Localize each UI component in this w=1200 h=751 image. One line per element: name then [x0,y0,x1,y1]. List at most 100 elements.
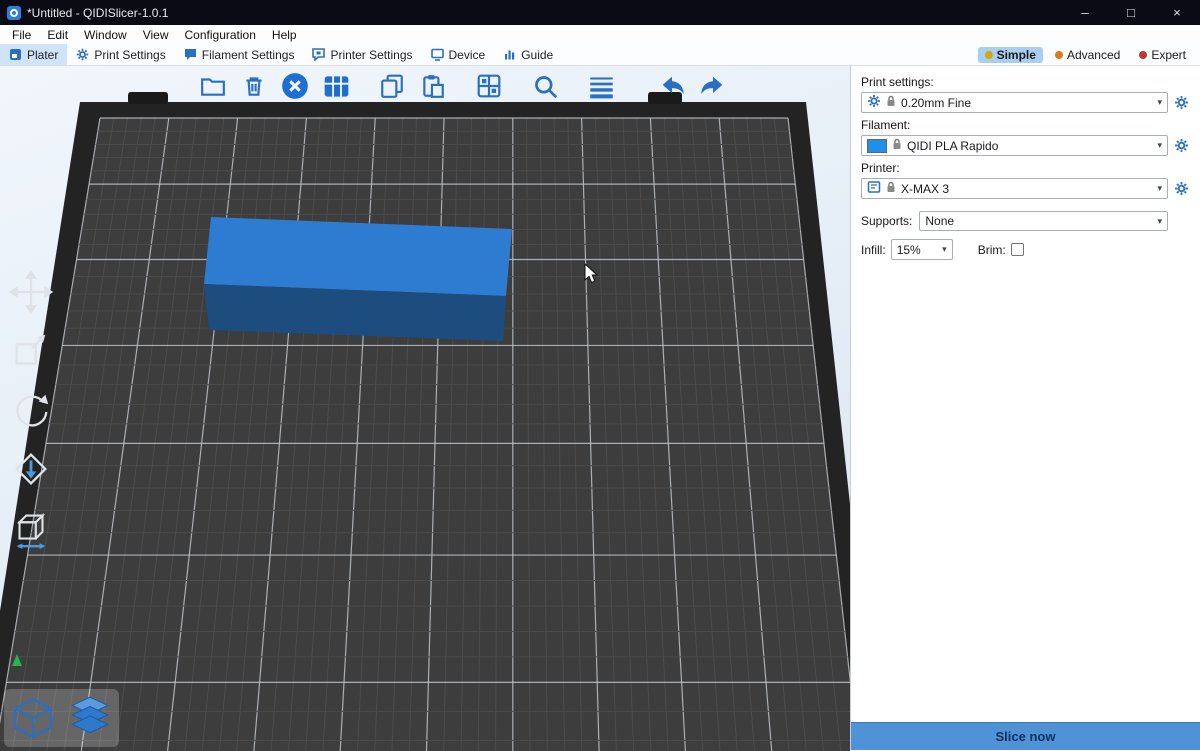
printer-select[interactable]: X-MAX 3 ▾ [861,178,1168,199]
menu-configuration[interactable]: Configuration [177,28,264,42]
menu-edit[interactable]: Edit [39,28,76,42]
tab-device[interactable]: Device [422,44,495,65]
filament-color-swatch [867,139,887,153]
place-on-face-button[interactable] [8,446,54,492]
simple-mode-dot-icon [985,51,993,59]
paste-button[interactable] [416,69,450,103]
tab-guide-label: Guide [521,48,553,62]
close-button[interactable]: × [1154,0,1200,25]
cut-button[interactable] [8,505,54,551]
tab-print-settings[interactable]: Print Settings [67,44,174,65]
filament-gear-button[interactable] [1172,138,1190,153]
tab-filament-settings-label: Filament Settings [202,48,295,62]
printer-gear-button[interactable] [1172,181,1190,196]
infill-select[interactable]: 15% ▾ [891,239,953,260]
delete-all-button[interactable] [278,69,312,103]
lock-icon [886,181,896,196]
expert-mode-dot-icon [1139,51,1147,59]
search-button[interactable] [528,69,562,103]
filament-value: QIDI PLA Rapido [907,139,1152,153]
tab-plater-label: Plater [27,48,58,62]
main-area: Print settings: 0.20mm Fine ▾ Filament: [0,66,1200,750]
preview-layers-button[interactable] [63,691,117,745]
rotate-button[interactable] [8,387,54,433]
tab-printer-settings-label: Printer Settings [330,48,412,62]
mode-switcher: Simple Advanced Expert [978,44,1200,65]
gear-icon [867,94,881,111]
brim-checkbox[interactable] [1011,243,1024,256]
mode-expert-label: Expert [1151,48,1186,62]
arrange-button[interactable] [319,69,353,103]
tab-printer-settings[interactable]: Printer Settings [303,44,421,65]
print-settings-label: Print settings: [861,75,1190,89]
menu-window[interactable]: Window [76,28,135,42]
mode-advanced-label: Advanced [1067,48,1120,62]
supports-select[interactable]: None ▾ [919,211,1168,231]
chevron-down-icon: ▾ [1157,140,1162,151]
device-monitor-icon [431,48,444,61]
undo-button[interactable] [655,69,689,103]
model-box-top-face[interactable] [204,217,512,296]
infill-value: 15% [897,243,937,257]
infill-label: Infill: [861,243,886,257]
lock-icon [892,138,902,153]
mode-simple-label: Simple [997,48,1036,62]
chevron-down-icon: ▾ [942,244,947,255]
gear-icon [76,48,89,61]
delete-button[interactable] [237,69,271,103]
menu-view[interactable]: View [135,28,177,42]
titlebar: *Untitled - QIDISlicer-1.0.1 – □ × [0,0,1200,25]
settings-sidebar: Print settings: 0.20mm Fine ▾ Filament: [850,66,1200,750]
print-settings-select[interactable]: 0.20mm Fine ▾ [861,92,1168,113]
menubar: File Edit Window View Configuration Help [0,25,1200,44]
slice-now-button[interactable]: Slice now [851,722,1200,750]
chevron-down-icon: ▾ [1157,183,1162,194]
minimize-button[interactable]: – [1062,0,1108,25]
menu-file[interactable]: File [4,28,39,42]
split-objects-button[interactable] [472,69,506,103]
copy-button[interactable] [375,69,409,103]
lock-icon [886,95,896,110]
tab-guide[interactable]: Guide [494,44,562,65]
variable-layer-height-button[interactable] [584,69,618,103]
plater-icon [9,48,22,61]
chevron-down-icon: ▾ [1157,216,1162,227]
filament-select[interactable]: QIDI PLA Rapido ▾ [861,135,1168,156]
app-logo-icon [7,6,21,20]
tab-plater[interactable]: Plater [0,44,67,65]
menu-help[interactable]: Help [264,28,305,42]
print-settings-value: 0.20mm Fine [901,96,1152,110]
supports-value: None [925,214,1152,228]
printer-label: Printer: [861,161,1190,175]
supports-label: Supports: [861,214,912,228]
printer-icon [867,180,881,197]
left-gizmo-toolbar [8,269,54,551]
printer-bubble-icon [312,48,325,61]
window-title: *Untitled - QIDISlicer-1.0.1 [27,6,168,20]
mode-expert[interactable]: Expert [1132,47,1193,63]
printer-value: X-MAX 3 [901,182,1152,196]
guide-bars-icon [503,48,516,61]
print-settings-gear-button[interactable] [1172,95,1190,110]
3d-editor-view-button[interactable] [6,691,60,745]
advanced-mode-dot-icon [1055,51,1063,59]
brim-label: Brim: [978,243,1006,257]
tab-device-label: Device [449,48,486,62]
maximize-button[interactable]: □ [1108,0,1154,25]
tab-filament-settings[interactable]: Filament Settings [175,44,304,65]
plate-clip [128,92,168,104]
view-switcher [4,689,119,747]
qidislicer-window: *Untitled - QIDISlicer-1.0.1 – □ × File … [0,0,1200,750]
redo-button[interactable] [696,69,730,103]
move-button[interactable] [8,269,54,315]
open-file-button[interactable] [196,69,230,103]
scale-button[interactable] [8,328,54,374]
mode-simple[interactable]: Simple [978,47,1043,63]
window-controls: – □ × [1062,0,1200,25]
filament-label: Filament: [861,118,1190,132]
mode-advanced[interactable]: Advanced [1048,47,1127,63]
tab-print-settings-label: Print Settings [94,48,165,62]
filament-bubble-icon [184,48,197,61]
3d-viewport[interactable] [0,66,850,751]
tabbar: Plater Print Settings Filament Settings … [0,44,1200,66]
